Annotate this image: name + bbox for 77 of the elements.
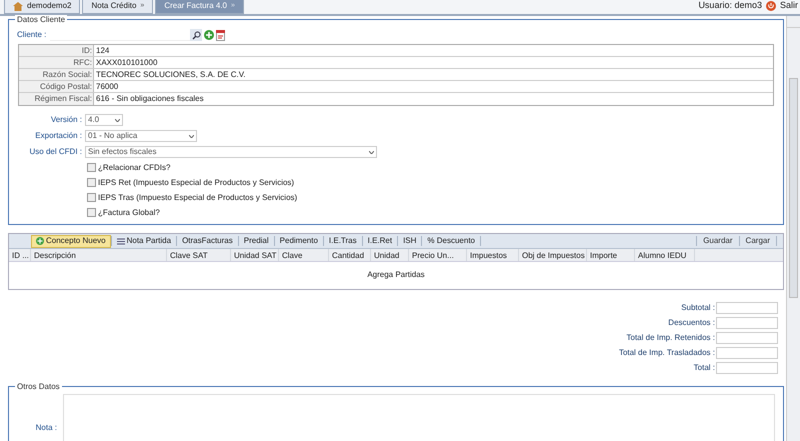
field-label: Versión : <box>50 114 83 126</box>
detail-value: TECNOREC SOLUCIONES, S.A. DE C.V. <box>95 69 246 80</box>
detail-value: XAXX010101000 <box>95 57 158 68</box>
checkbox-label: IEPS Ret (Impuesto Especial de Productos y Servicios) <box>98 176 294 188</box>
detail-label: Razón Social: <box>19 69 94 80</box>
section-title: Datos Cliente <box>15 15 68 25</box>
detail-label: Código Postal: <box>19 81 94 92</box>
checkbox-label: IEPS Tras (Impuesto Especial de Productos y Servicios) <box>98 192 298 204</box>
toolbar-button[interactable]: Pedimento <box>274 234 323 248</box>
total-label: Total de Imp. Retenidos : <box>626 332 715 344</box>
column-header[interactable]: Clave <box>279 249 329 261</box>
column-header[interactable]: Alumno IEDU <box>635 249 695 261</box>
total-field[interactable] <box>716 347 778 359</box>
add-icon[interactable] <box>204 30 214 40</box>
add-icon <box>36 237 44 245</box>
empty-table-message: Agrega Partidas <box>367 269 425 281</box>
toolbar-button[interactable]: ISH <box>398 234 422 248</box>
column-header[interactable]: Cantidad <box>329 249 371 261</box>
total-label: Descuentos : <box>668 317 715 329</box>
column-header[interactable]: Descripción <box>31 249 167 261</box>
toolbar-button[interactable]: Concepto Nuevo <box>31 234 111 248</box>
pdf-icon[interactable] <box>216 30 226 40</box>
total-field[interactable] <box>716 317 778 329</box>
toolbar-button[interactable]: Cargar <box>742 234 774 248</box>
column-header[interactable]: Clave SAT <box>167 249 231 261</box>
toolbar-button[interactable]: I.E.Ret <box>362 234 398 248</box>
column-header[interactable]: ID ... <box>9 249 31 261</box>
total-label: Subtotal : <box>681 302 715 314</box>
section-title: Otros Datos <box>15 382 62 392</box>
search-icon <box>192 30 201 40</box>
checkbox[interactable] <box>87 178 96 187</box>
toolbar-button[interactable]: Predial <box>238 234 274 248</box>
caret-icon <box>115 118 120 122</box>
detail-label: RFC: <box>19 57 94 68</box>
detail-value: 76000 <box>95 81 118 92</box>
column-header[interactable]: Precio Un... <box>409 249 467 261</box>
toolbar-button[interactable]: OtrasFacturas <box>177 234 238 248</box>
toolbar-button[interactable]: Guardar <box>699 234 737 248</box>
detail-label: ID: <box>19 45 94 56</box>
toolbar-button[interactable]: % Descuento <box>422 234 480 248</box>
checkbox-label: ¿Relacionar CFDIs? <box>98 162 170 174</box>
checkbox-label: ¿Factura Global? <box>98 206 160 218</box>
toolbar-button[interactable]: Nota Partida <box>112 234 176 248</box>
detail-value: 124 <box>95 45 110 56</box>
column-header[interactable]: Obj de Impuestos <box>519 249 587 261</box>
scrollbar[interactable] <box>786 16 800 441</box>
column-header[interactable]: Importe <box>587 249 635 261</box>
total-field[interactable] <box>716 362 778 374</box>
total-field[interactable] <box>716 302 778 314</box>
total-label: Total de Imp. Trasladados : <box>618 347 715 359</box>
logout-link[interactable]: Salir <box>780 0 798 13</box>
detail-label: Régimen Fiscal: <box>19 93 94 105</box>
select-field[interactable]: 01 - No aplica <box>85 130 197 142</box>
total-label: Total : <box>694 362 715 374</box>
detail-value: 616 - Sin obligaciones fiscales <box>95 93 204 105</box>
tab[interactable]: demodemo2 <box>4 0 80 14</box>
select-field[interactable]: Sin efectos fiscales <box>85 146 377 158</box>
toolbar-button[interactable]: I.E.Tras <box>324 234 362 248</box>
column-header[interactable]: Unidad <box>371 249 409 261</box>
field-label: Exportación : <box>34 130 83 142</box>
checkbox[interactable] <box>87 193 96 202</box>
column-header[interactable]: Unidad SAT <box>231 249 279 261</box>
search-button[interactable] <box>190 29 202 41</box>
field-label: Nota : <box>34 422 58 434</box>
select-field[interactable]: 4.0 <box>85 114 123 126</box>
field-label: Cliente : <box>17 29 46 41</box>
total-field[interactable] <box>716 332 778 344</box>
list-icon <box>116 238 125 244</box>
caret-icon <box>369 150 374 154</box>
note-field[interactable] <box>63 394 775 441</box>
checkbox[interactable] <box>87 208 96 217</box>
home-icon <box>13 2 23 10</box>
caret-icon <box>189 134 194 138</box>
column-header[interactable]: Impuestos <box>467 249 519 261</box>
user-label: Usuario: demo3 <box>698 0 762 12</box>
checkbox[interactable] <box>87 163 96 172</box>
field-label: Uso del CFDI : <box>28 146 83 158</box>
